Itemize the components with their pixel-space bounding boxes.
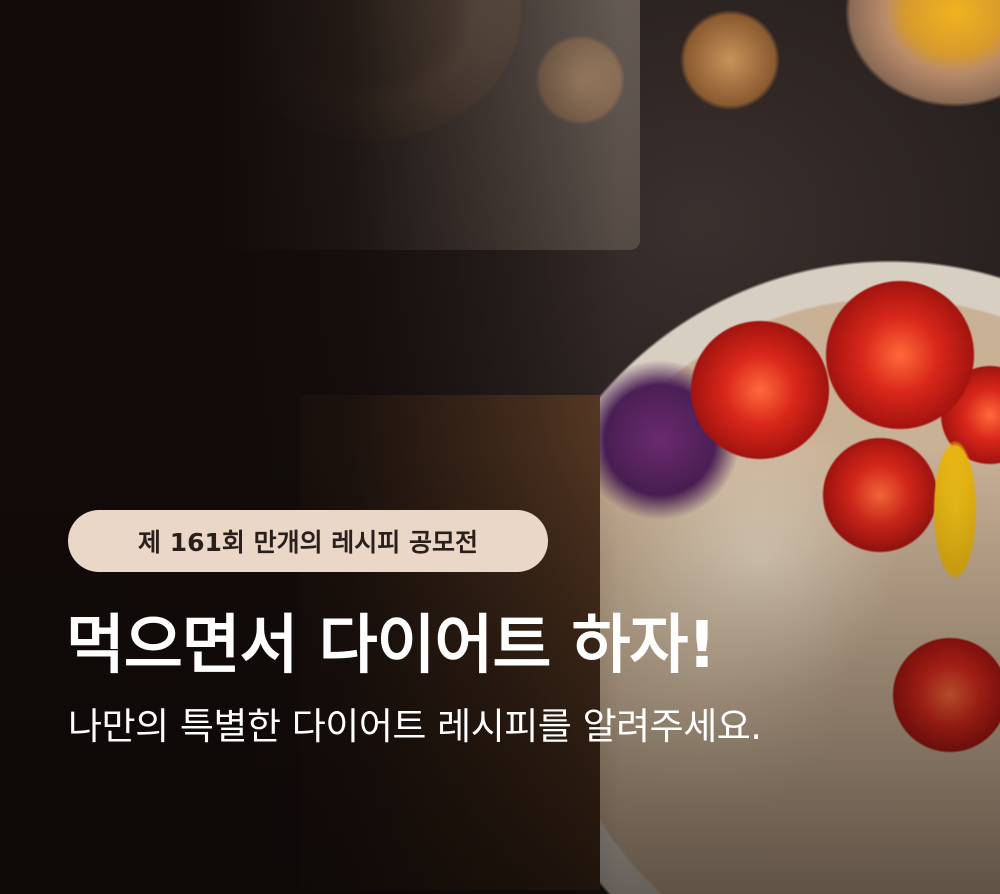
bottom-overlay [0,0,1000,894]
contest-banner[interactable]: 제 161회 만개의 레시피 공모전 먹으면서 다이어트 하자! 나만의 특별한… [0,0,1000,894]
banner-subtitle: 나만의 특별한 다이어트 레시피를 알려주세요. [68,705,762,748]
contest-badge: 제 161회 만개의 레시피 공모전 [68,510,548,572]
banner-title: 먹으면서 다이어트 하자! [66,609,717,683]
